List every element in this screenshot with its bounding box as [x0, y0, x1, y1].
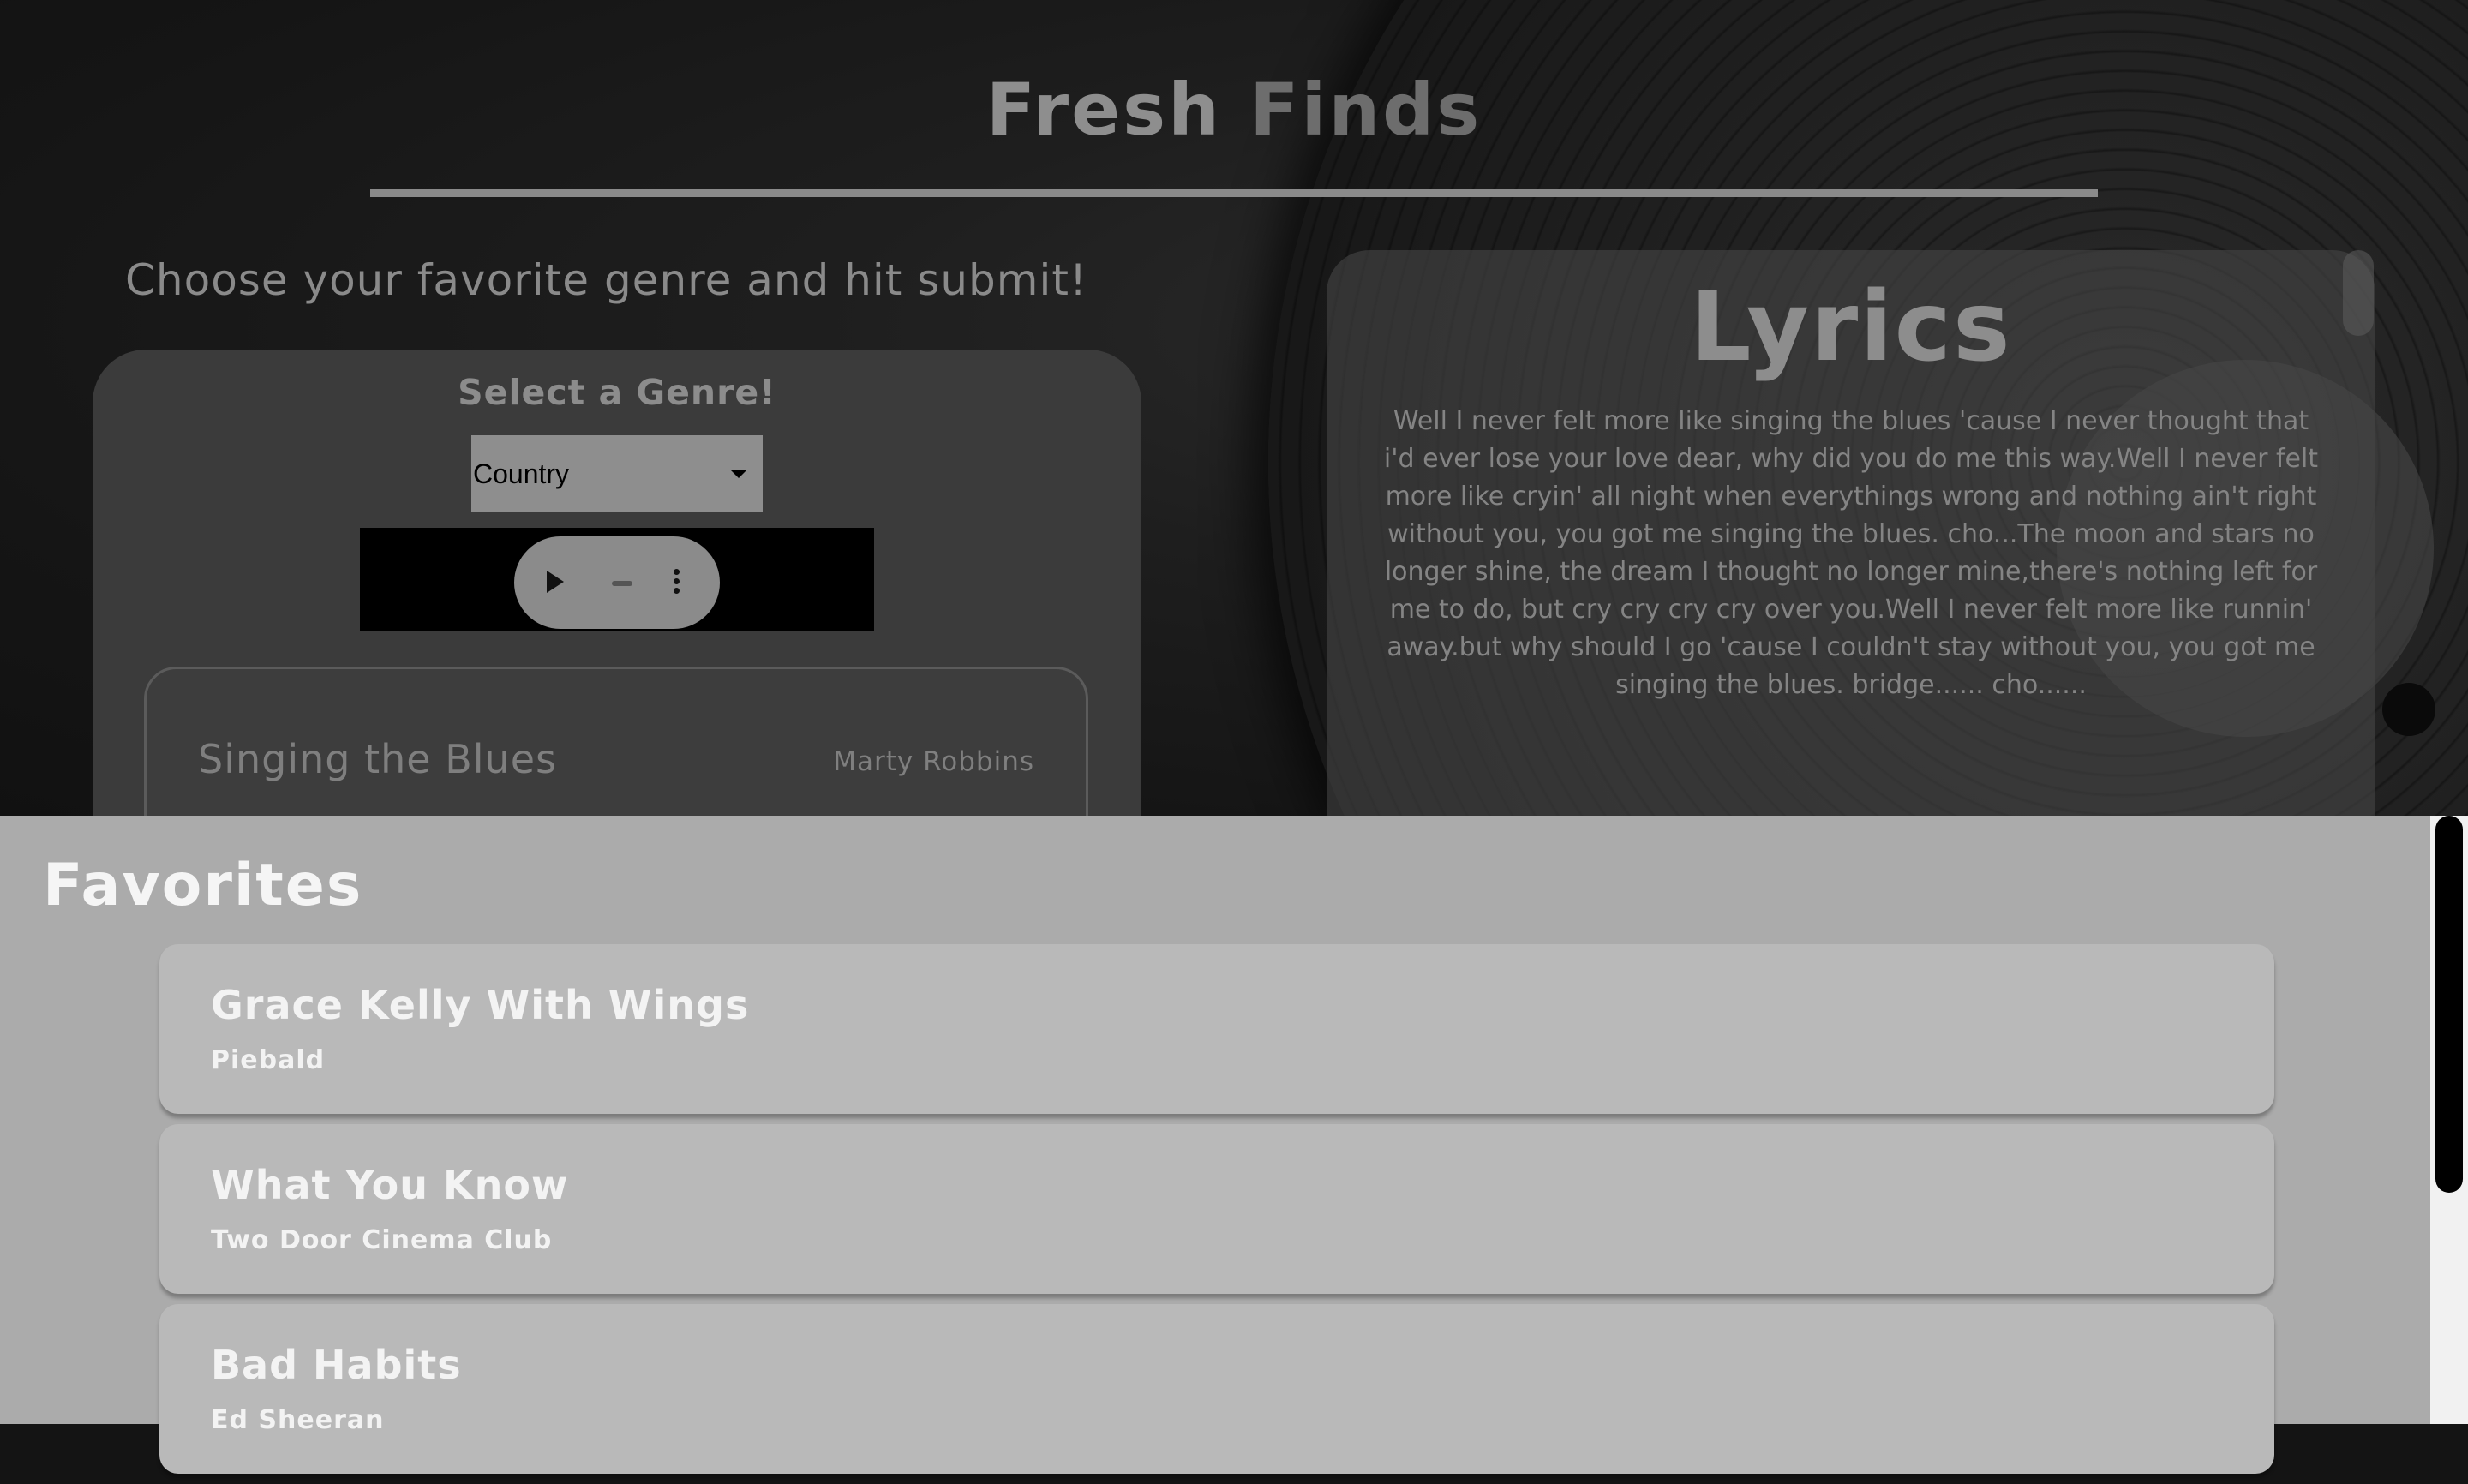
favorite-item[interactable]: Grace Kelly With Wings Piebald — [159, 944, 2274, 1114]
title-divider — [370, 189, 2098, 197]
hero-section: Fresh Finds Choose your favorite genre a… — [0, 0, 2468, 816]
site-title-part2: Finds — [1249, 68, 1483, 152]
favorites-heading: Favorites — [43, 852, 363, 919]
favorite-artist: Piebald — [211, 1045, 326, 1075]
genre-select[interactable]: Country — [471, 435, 763, 512]
favorite-title: What You Know — [211, 1162, 569, 1208]
site-title-part1: Fresh — [985, 68, 1222, 152]
chevron-down-icon — [730, 470, 747, 478]
audio-controls — [514, 536, 720, 629]
page-scrollbar-thumb[interactable] — [2435, 816, 2463, 1193]
site-title: Fresh Finds — [0, 65, 2468, 154]
favorite-title: Bad Habits — [211, 1342, 462, 1388]
lyrics-text: Well I never felt more like singing the … — [1383, 406, 2319, 700]
play-icon[interactable] — [547, 571, 564, 593]
favorite-artist: Two Door Cinema Club — [211, 1225, 553, 1255]
favorite-item[interactable]: What You Know Two Door Cinema Club — [159, 1124, 2274, 1294]
song-card[interactable]: Singing the Blues Marty Robbins — [144, 667, 1088, 816]
song-title: Singing the Blues — [198, 736, 557, 782]
lyrics-heading: Lyrics — [1690, 272, 2012, 383]
audio-progress-bar[interactable] — [612, 581, 632, 586]
favorites-section: Favorites Grace Kelly With Wings Piebald… — [0, 816, 2468, 1474]
song-artist: Marty Robbins — [833, 746, 1034, 777]
lyrics-card: Lyrics Well I never felt more like singi… — [1327, 250, 2375, 816]
genre-card: Select a Genre! Country Singing the Blue… — [93, 350, 1141, 816]
favorites-list: Grace Kelly With Wings Piebald What You … — [159, 944, 2274, 1484]
audio-player[interactable] — [360, 528, 874, 631]
genre-select-value: Country — [473, 458, 570, 489]
favorite-title: Grace Kelly With Wings — [211, 982, 750, 1028]
instructions-text: Choose your favorite genre and hit submi… — [125, 255, 1088, 305]
vinyl-spindle-hole — [2382, 683, 2435, 736]
page-scrollbar[interactable] — [2430, 816, 2468, 1424]
favorite-artist: Ed Sheeran — [211, 1405, 385, 1435]
genre-heading: Select a Genre! — [458, 372, 776, 413]
favorite-item[interactable]: Bad Habits Ed Sheeran — [159, 1304, 2274, 1474]
more-vertical-icon[interactable] — [671, 569, 681, 596]
